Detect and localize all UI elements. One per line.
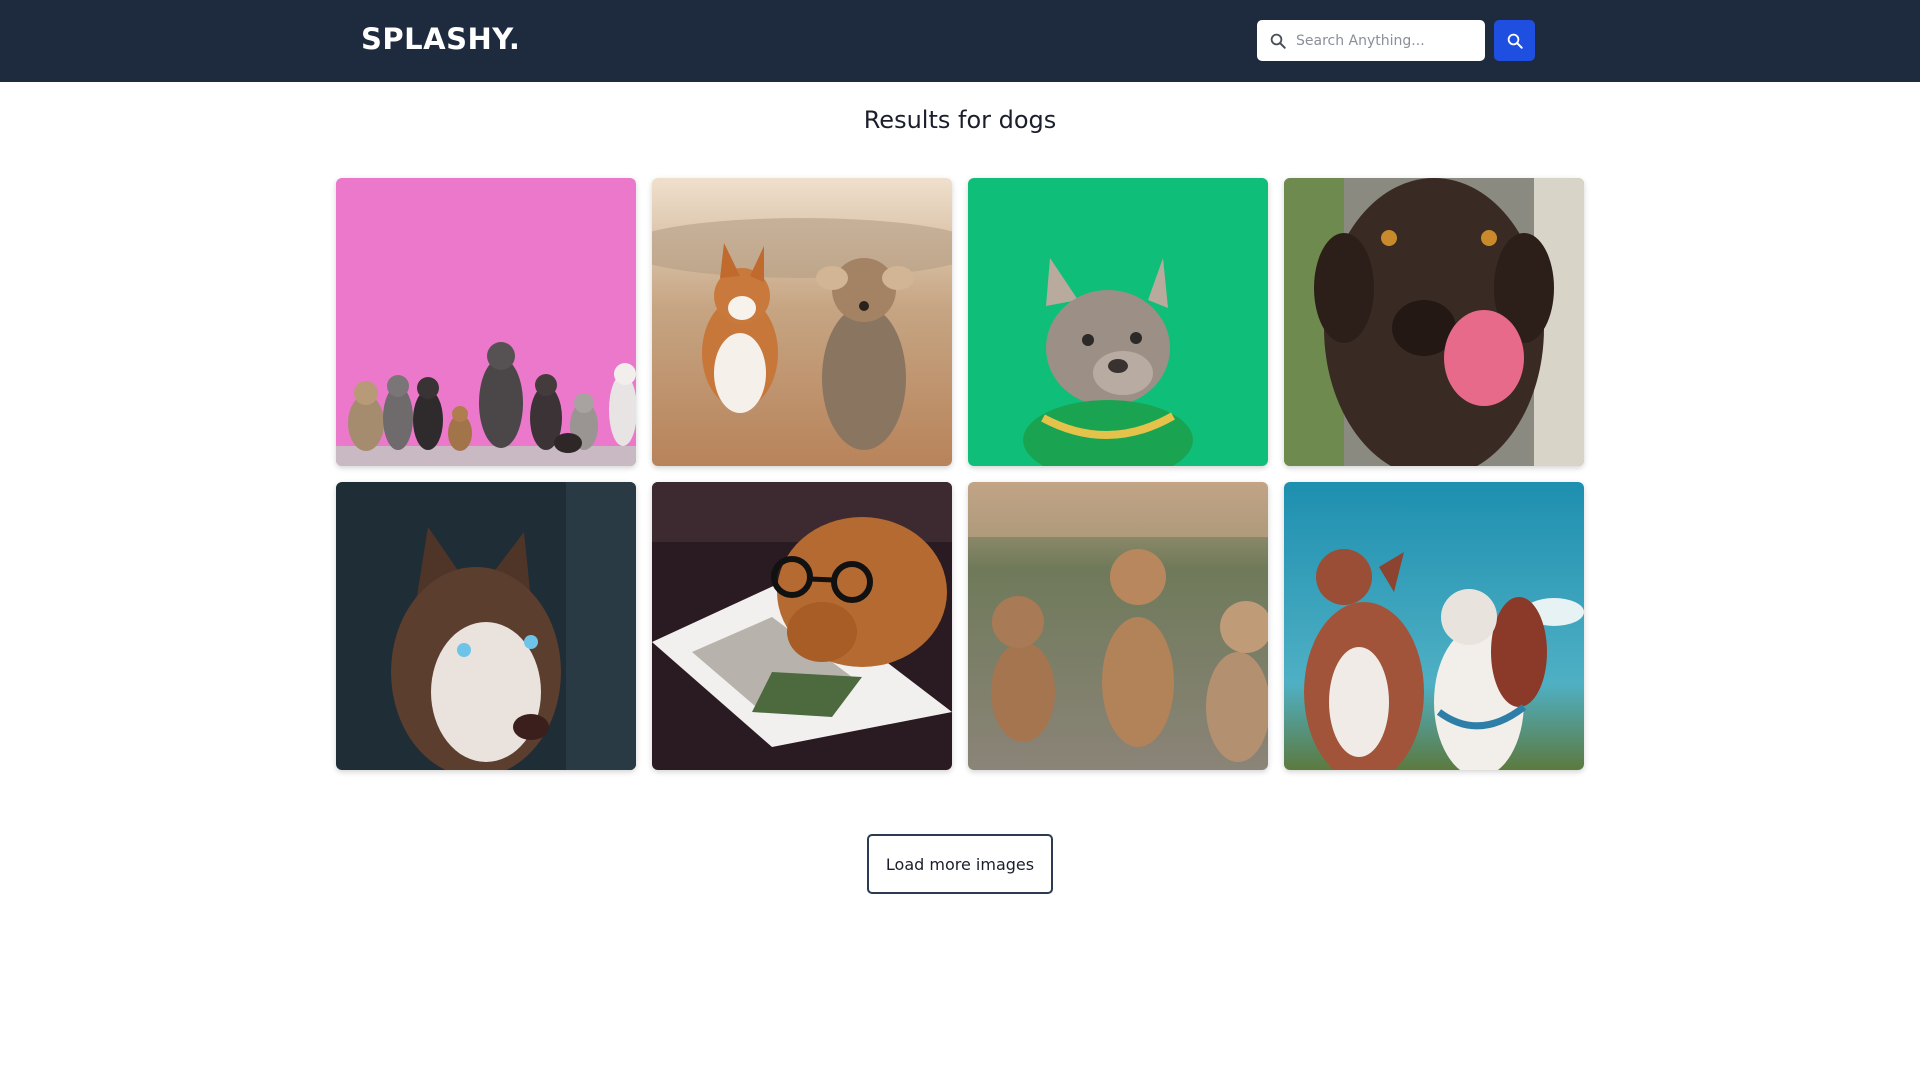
image-card-corgi-and-yorkie-running[interactable]: [652, 178, 952, 466]
photo-brown-dog-licking: [1284, 178, 1584, 466]
image-card-three-puppies[interactable]: [968, 482, 1268, 770]
results-title: Results for dogs: [863, 106, 1057, 134]
search-icon: [1507, 33, 1523, 49]
search-button[interactable]: [1494, 20, 1535, 61]
top-navbar: SPLASHY.: [0, 0, 1920, 82]
image-card-dog-with-glasses-magazine[interactable]: [652, 482, 952, 770]
load-more-button[interactable]: Load more images: [867, 834, 1053, 894]
logo[interactable]: SPLASHY.: [361, 22, 520, 56]
photo-two-dogs-blue-sky: [1284, 482, 1584, 770]
photo-french-bulldog-green: [968, 178, 1268, 466]
search-box: [1257, 20, 1485, 61]
search-input[interactable]: [1296, 25, 1476, 56]
photo-three-puppies: [968, 482, 1268, 770]
search-icon: [1270, 33, 1286, 49]
image-grid: [336, 178, 1584, 770]
image-card-dogs-pink-wall[interactable]: [336, 178, 636, 466]
photo-husky-portrait: [336, 482, 636, 770]
image-card-brown-dog-licking[interactable]: [1284, 178, 1584, 466]
photo-dogs-pink-wall: [336, 178, 636, 466]
image-card-french-bulldog-green[interactable]: [968, 178, 1268, 466]
photo-corgi-and-yorkie-running: [652, 178, 952, 466]
photo-dog-with-glasses-magazine: [652, 482, 952, 770]
image-card-husky-portrait[interactable]: [336, 482, 636, 770]
image-card-two-dogs-blue-sky[interactable]: [1284, 482, 1584, 770]
